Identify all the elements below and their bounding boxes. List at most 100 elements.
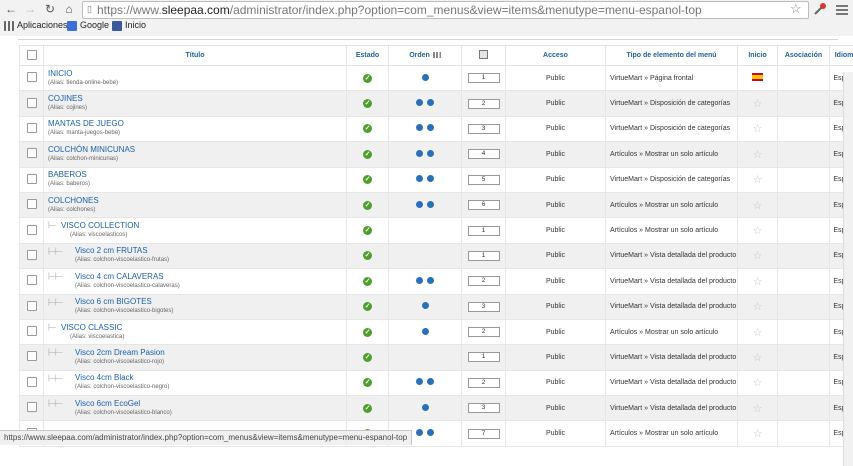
set-default-star-icon[interactable]: ☆ <box>753 377 763 389</box>
menu-item-link[interactable]: VISCO COLLECTION <box>48 221 346 231</box>
menu-item-link[interactable]: Visco 4cm Black <box>48 373 346 383</box>
move-arrow-icon[interactable] <box>427 150 434 157</box>
published-check-icon[interactable]: ✓ <box>363 74 372 83</box>
col-association[interactable]: Asociación <box>778 46 830 66</box>
set-default-star-icon[interactable]: ☆ <box>753 149 763 161</box>
published-check-icon[interactable]: ✓ <box>363 251 372 260</box>
move-arrow-icon[interactable] <box>422 74 429 81</box>
menu-item-link[interactable]: VISCO CLASSIC <box>48 323 346 333</box>
order-input[interactable]: 6 <box>468 200 500 210</box>
back-icon[interactable]: ← <box>4 2 18 16</box>
move-arrow-icon[interactable] <box>427 201 434 208</box>
bookmark-star-icon[interactable]: ☆ <box>790 1 802 17</box>
move-arrow-icon[interactable] <box>427 378 434 385</box>
menu-item-link[interactable]: COJINES <box>48 94 346 104</box>
order-input[interactable]: 5 <box>468 175 500 185</box>
set-default-star-icon[interactable]: ☆ <box>753 403 763 415</box>
set-default-star-icon[interactable]: ☆ <box>753 327 763 339</box>
home-icon[interactable]: ⌂ <box>62 2 76 16</box>
published-check-icon[interactable]: ✓ <box>363 124 372 133</box>
published-check-icon[interactable]: ✓ <box>363 99 372 108</box>
menu-item-link[interactable]: Visco 4 cm CALAVERAS <box>48 272 346 282</box>
published-check-icon[interactable]: ✓ <box>363 404 372 413</box>
bookmark-google[interactable]: Google <box>67 20 109 31</box>
menu-item-link[interactable]: Visco 6 cm BIGOTES <box>48 297 346 307</box>
move-arrow-icon[interactable] <box>416 277 423 284</box>
address-bar[interactable]: ▯ https://www.sleepaa.com/administrator/… <box>82 1 809 19</box>
set-default-star-icon[interactable]: ☆ <box>753 352 763 364</box>
order-input[interactable]: 1 <box>468 352 500 362</box>
row-checkbox[interactable] <box>20 218 44 243</box>
order-input[interactable]: 1 <box>468 73 500 83</box>
set-default-star-icon[interactable]: ☆ <box>753 276 763 288</box>
col-status[interactable]: Estado <box>347 46 389 66</box>
set-default-star-icon[interactable]: ☆ <box>753 250 763 262</box>
move-arrow-icon[interactable] <box>422 328 429 335</box>
published-check-icon[interactable]: ✓ <box>363 201 372 210</box>
set-default-star-icon[interactable]: ☆ <box>753 200 763 212</box>
menu-icon[interactable] <box>836 3 848 15</box>
order-input[interactable]: 1 <box>468 251 500 261</box>
row-checkbox[interactable] <box>20 192 44 217</box>
row-checkbox[interactable] <box>20 142 44 167</box>
order-input[interactable]: 2 <box>468 99 500 109</box>
move-arrow-icon[interactable] <box>416 150 423 157</box>
row-checkbox[interactable] <box>20 294 44 319</box>
order-input[interactable]: 3 <box>468 403 500 413</box>
move-arrow-icon[interactable] <box>427 277 434 284</box>
row-checkbox[interactable] <box>20 396 44 421</box>
order-input[interactable]: 3 <box>468 302 500 312</box>
move-arrow-icon[interactable] <box>416 99 423 106</box>
menu-item-link[interactable]: Visco 2cm Dream Pasion <box>48 348 346 358</box>
move-arrow-icon[interactable] <box>416 124 423 131</box>
published-check-icon[interactable]: ✓ <box>363 150 372 159</box>
published-check-icon[interactable]: ✓ <box>363 353 372 362</box>
col-title[interactable]: Título <box>44 46 347 66</box>
col-order[interactable]: Orden <box>389 46 462 66</box>
published-check-icon[interactable]: ✓ <box>363 226 372 235</box>
move-arrow-icon[interactable] <box>427 429 434 436</box>
col-access[interactable]: Acceso <box>506 46 606 66</box>
menu-item-link[interactable]: Visco 2 cm FRUTAS <box>48 246 346 256</box>
default-flag-icon[interactable] <box>752 73 763 81</box>
move-arrow-icon[interactable] <box>416 175 423 182</box>
move-arrow-icon[interactable] <box>427 99 434 106</box>
order-input[interactable]: 2 <box>468 378 500 388</box>
scrollbar[interactable] <box>843 72 853 466</box>
set-default-star-icon[interactable]: ☆ <box>753 301 763 313</box>
move-arrow-icon[interactable] <box>422 302 429 309</box>
set-default-star-icon[interactable]: ☆ <box>753 428 763 440</box>
set-default-star-icon[interactable]: ☆ <box>753 123 763 135</box>
move-arrow-icon[interactable] <box>427 175 434 182</box>
published-check-icon[interactable]: ✓ <box>363 277 372 286</box>
col-type[interactable]: Tipo de elemento del menú <box>606 46 738 66</box>
row-checkbox[interactable] <box>20 91 44 116</box>
set-default-star-icon[interactable]: ☆ <box>753 225 763 237</box>
published-check-icon[interactable]: ✓ <box>363 302 372 311</box>
col-language[interactable]: Idioma <box>830 46 853 66</box>
move-arrow-icon[interactable] <box>422 404 429 411</box>
move-arrow-icon[interactable] <box>416 429 423 436</box>
published-check-icon[interactable]: ✓ <box>363 175 372 184</box>
set-default-star-icon[interactable]: ☆ <box>753 98 763 110</box>
move-arrow-icon[interactable] <box>416 378 423 385</box>
set-default-star-icon[interactable]: ☆ <box>753 174 763 186</box>
row-checkbox[interactable] <box>20 370 44 395</box>
bookmark-inicio[interactable]: Inicio <box>112 20 146 31</box>
row-checkbox[interactable] <box>20 243 44 268</box>
order-input[interactable]: 2 <box>468 327 500 337</box>
order-input[interactable]: 3 <box>468 124 500 134</box>
order-input[interactable]: 2 <box>468 276 500 286</box>
move-arrow-icon[interactable] <box>416 201 423 208</box>
menu-item-link[interactable]: COLCHONES <box>48 196 346 206</box>
published-check-icon[interactable]: ✓ <box>363 378 372 387</box>
menu-item-link[interactable]: INICIO <box>48 69 346 79</box>
save-order-button[interactable] <box>462 46 506 66</box>
menu-item-link[interactable]: COLCHÓN MINICUNAS <box>48 145 346 155</box>
row-checkbox[interactable] <box>20 167 44 192</box>
select-all-checkbox[interactable] <box>20 46 44 66</box>
row-checkbox[interactable] <box>20 319 44 344</box>
col-home[interactable]: Inicio <box>738 46 778 66</box>
extension-icon[interactable] <box>813 2 827 16</box>
menu-item-link[interactable]: Visco 6cm EcoGel <box>48 399 346 409</box>
